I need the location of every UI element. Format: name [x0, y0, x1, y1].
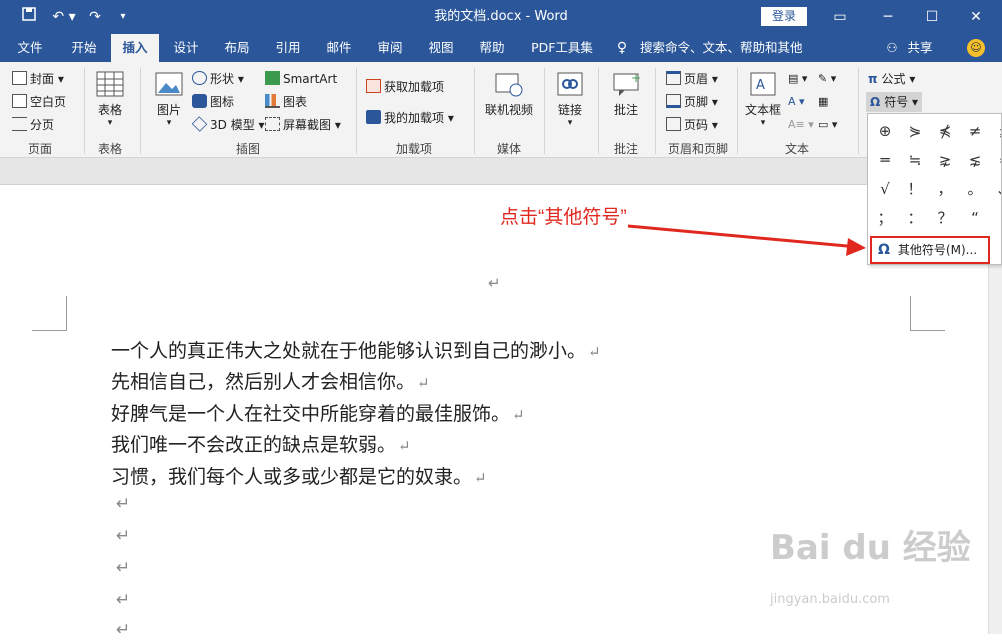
symbol-cell[interactable]: 。: [960, 176, 990, 202]
annotation-arrow: [627, 224, 866, 256]
symbol-cell[interactable]: ：: [900, 205, 930, 231]
symbol-cell[interactable]: ；: [870, 205, 900, 231]
symbol-cell[interactable]: ”: [990, 205, 1001, 231]
symbol-cell[interactable]: 、: [990, 176, 1001, 202]
symbol-cell[interactable]: ≠: [960, 118, 990, 144]
symbol-cell[interactable]: ═: [870, 147, 900, 173]
omega-icon: Ω: [878, 242, 890, 258]
symbol-cell[interactable]: ？: [930, 205, 960, 231]
symbol-cell[interactable]: ≈: [990, 147, 1001, 173]
symbol-cell[interactable]: ！: [900, 176, 930, 202]
symbol-cell[interactable]: ≦: [990, 118, 1001, 144]
symbol-cell[interactable]: “: [960, 205, 990, 231]
symbol-cell[interactable]: ⊕: [870, 118, 900, 144]
symbol-cell[interactable]: ⋧: [930, 147, 960, 173]
symbol-cell[interactable]: ⋠: [930, 118, 960, 144]
symbol-cell[interactable]: ⋟: [900, 118, 930, 144]
symbol-dropdown: ⊕ ⋟ ⋠ ≠ ≦ ═ ≒ ⋧ ⋦ ≈ √ ！ ， 。 、 ； ： ？ “ ” …: [867, 113, 1002, 265]
symbol-cell[interactable]: √: [870, 176, 900, 202]
more-symbols-button[interactable]: Ω 其他符号(M)...: [870, 236, 990, 264]
symbol-cell[interactable]: ≒: [900, 147, 930, 173]
symbol-cell[interactable]: ，: [930, 176, 960, 202]
symbol-cell[interactable]: ⋦: [960, 147, 990, 173]
